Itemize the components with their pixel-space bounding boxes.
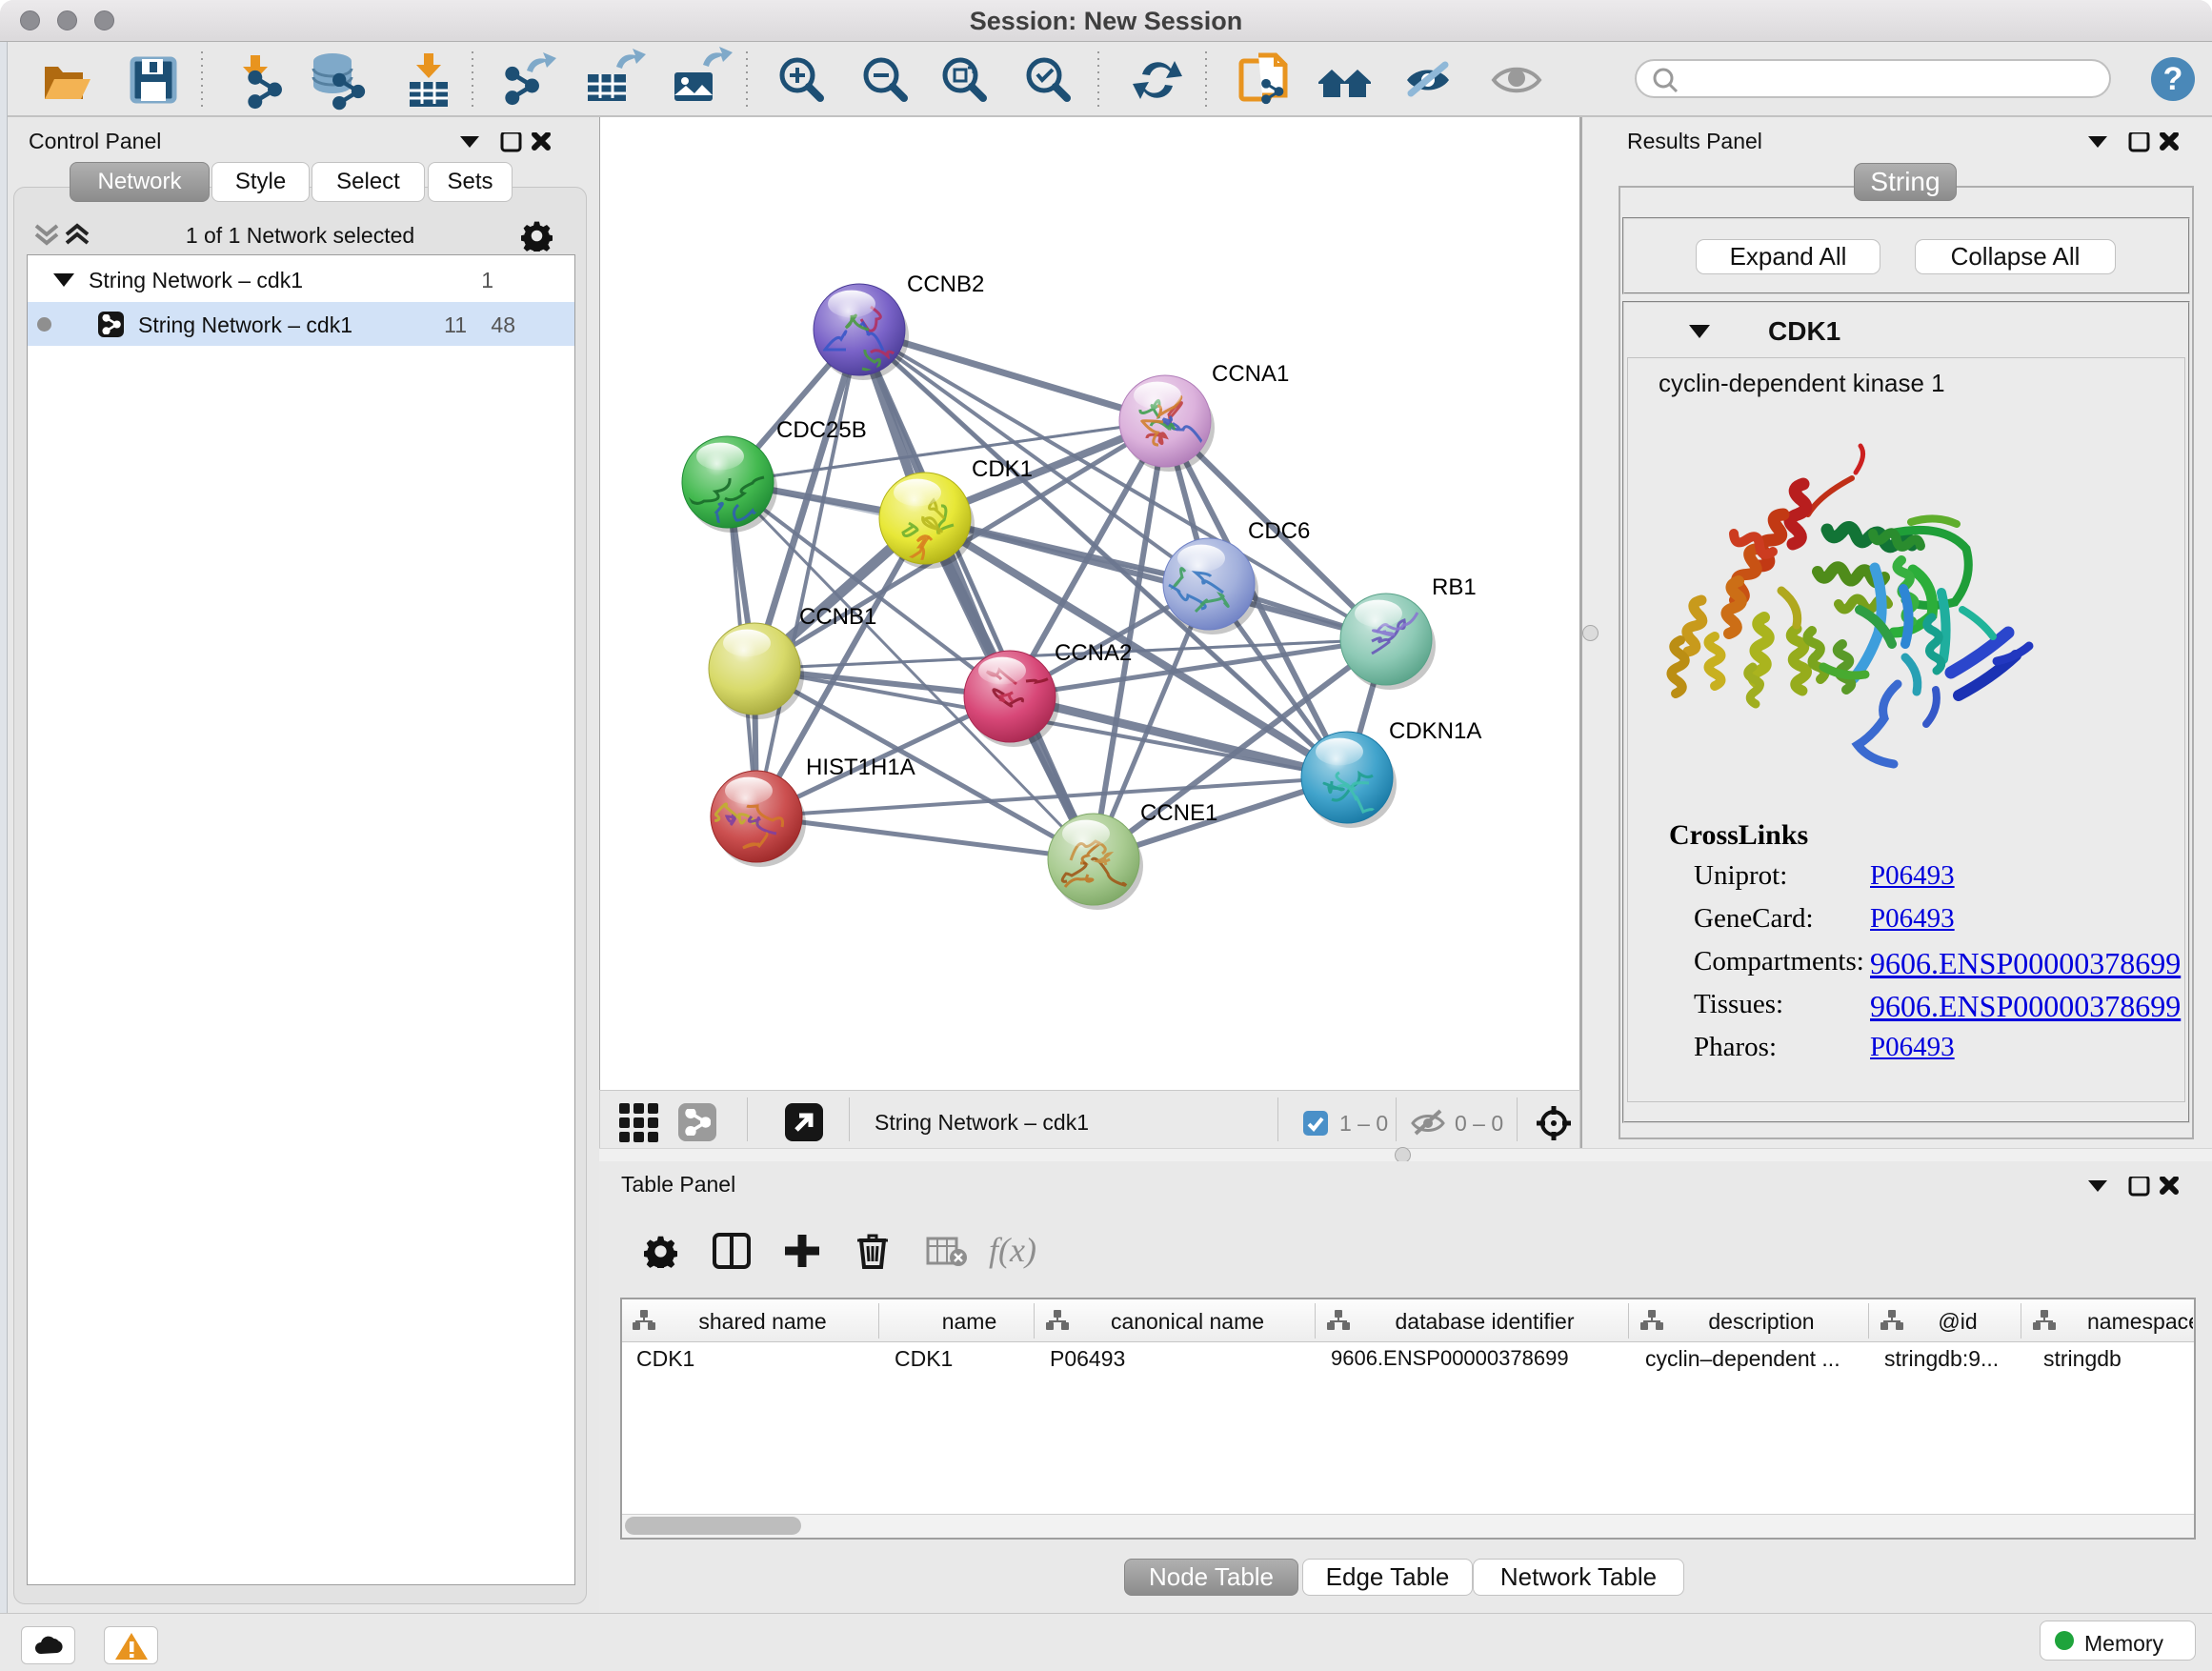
svg-text:CCNE1: CCNE1 <box>1140 800 1217 826</box>
svg-text:CCNB1: CCNB1 <box>799 604 876 630</box>
svg-text:RB1: RB1 <box>1432 574 1477 600</box>
svg-text:CCNA1: CCNA1 <box>1212 361 1289 387</box>
svg-text:CDC6: CDC6 <box>1248 518 1310 544</box>
svg-text:CCNA2: CCNA2 <box>1055 640 1132 666</box>
svg-text:CDKN1A: CDKN1A <box>1389 718 1481 744</box>
svg-text:HIST1H1A: HIST1H1A <box>806 755 915 780</box>
svg-text:CDK1: CDK1 <box>972 456 1033 482</box>
svg-text:CDC25B: CDC25B <box>776 417 867 443</box>
svg-text:CCNB2: CCNB2 <box>907 272 984 297</box>
